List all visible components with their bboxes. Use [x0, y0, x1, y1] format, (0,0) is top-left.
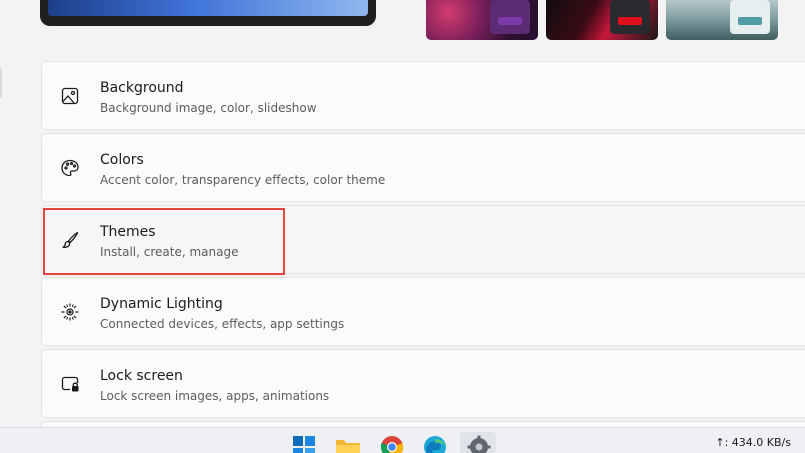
settings-item-lock-screen[interactable]: Lock screen Lock screen images, apps, an…: [41, 349, 805, 418]
dynamic-lighting-icon: [60, 302, 80, 322]
settings-item-subtitle: Install, create, manage: [100, 245, 239, 259]
personalization-settings-page: Background Background image, color, slid…: [0, 0, 805, 453]
desktop-preview-wallpaper: [48, 0, 368, 16]
theme-accent-swatch: [738, 17, 762, 25]
image-icon: [60, 86, 80, 106]
settings-item-subtitle: Accent color, transparency effects, colo…: [100, 173, 386, 187]
brush-icon: [60, 230, 80, 250]
settings-item-title: Themes: [100, 224, 156, 240]
scrollbar-hint: [0, 68, 2, 98]
taskbar: ↑: 434.0 KB/s: [0, 427, 805, 453]
chrome-icon[interactable]: [380, 435, 406, 453]
theme-thumbnail-3[interactable]: [666, 0, 778, 40]
settings-item-background[interactable]: Background Background image, color, slid…: [41, 61, 805, 130]
settings-item-title: Dynamic Lighting: [100, 296, 223, 312]
theme-thumbnail-2[interactable]: [546, 0, 658, 40]
windows-start-icon[interactable]: [292, 435, 318, 453]
settings-item-colors[interactable]: Colors Accent color, transparency effect…: [41, 133, 805, 202]
theme-thumbnail-1[interactable]: [426, 0, 538, 40]
settings-item-subtitle: Lock screen images, apps, animations: [100, 389, 330, 403]
settings-item-title: Background: [100, 80, 184, 96]
file-explorer-icon[interactable]: [335, 435, 361, 453]
settings-item-title: Colors: [100, 152, 144, 168]
lock-screen-icon: [60, 374, 80, 394]
theme-accent-swatch: [498, 17, 522, 25]
settings-item-subtitle: Background image, color, slideshow: [100, 101, 317, 115]
settings-item-themes[interactable]: Themes Install, create, manage: [41, 205, 805, 274]
palette-icon: [60, 158, 80, 178]
settings-icon[interactable]: [467, 435, 493, 453]
edge-icon[interactable]: [423, 435, 449, 453]
personalization-settings-list: Background Background image, color, slid…: [41, 61, 805, 421]
theme-accent-swatch: [618, 17, 642, 25]
settings-item-subtitle: Connected devices, effects, app settings: [100, 317, 345, 331]
settings-item-title: Lock screen: [100, 368, 183, 384]
network-speed: ↑: 434.0 KB/s: [715, 436, 791, 449]
settings-item-dynamic-lighting[interactable]: Dynamic Lighting Connected devices, effe…: [41, 277, 805, 346]
